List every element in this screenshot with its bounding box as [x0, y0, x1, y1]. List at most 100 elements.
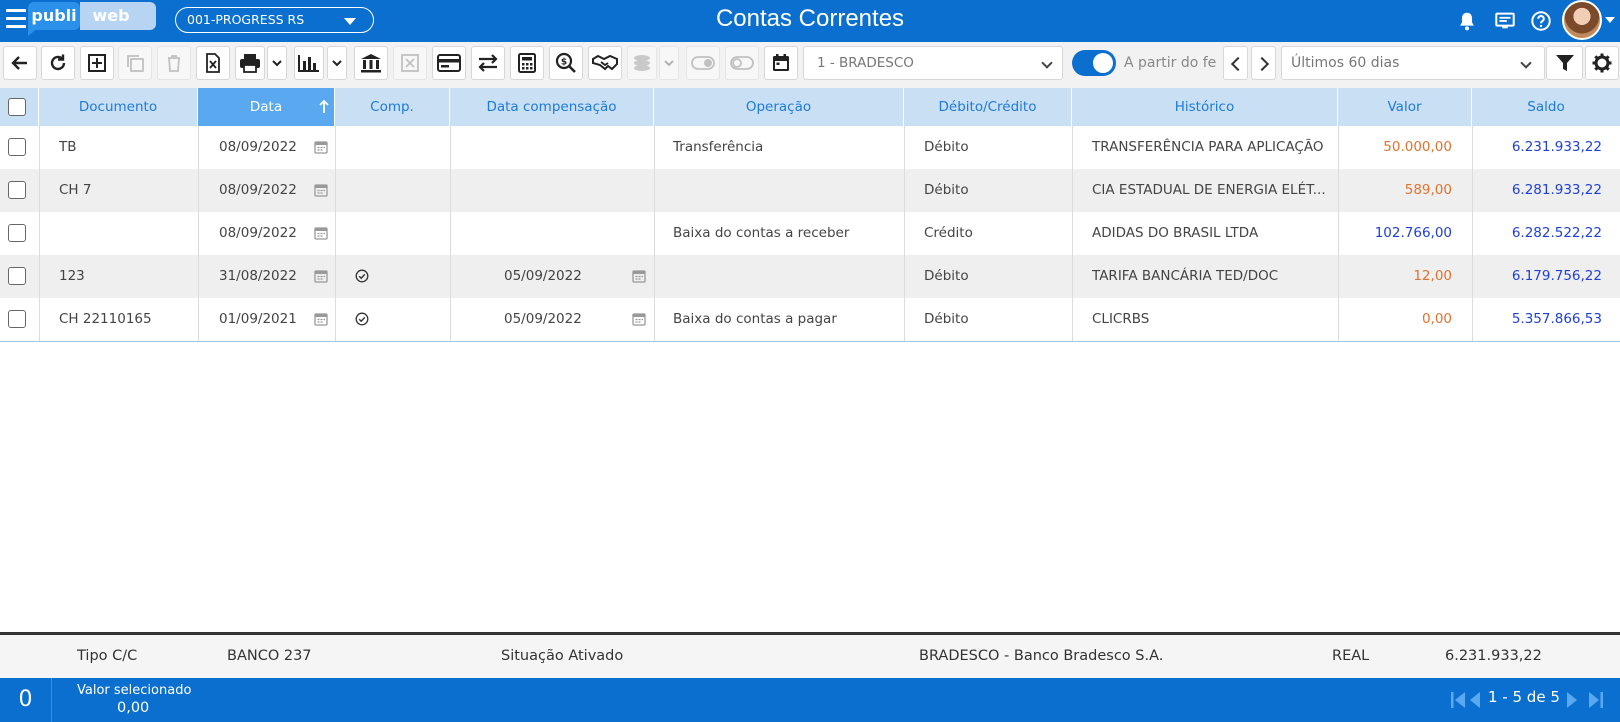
- chart-button[interactable]: [294, 46, 324, 80]
- row-checkbox[interactable]: [8, 224, 26, 242]
- column-saldo[interactable]: Saldo: [1472, 88, 1620, 126]
- cell-data: 01/09/2021: [219, 311, 297, 327]
- close-square-icon: [401, 54, 419, 72]
- filter-button[interactable]: [1546, 46, 1583, 80]
- cancel-button[interactable]: [393, 46, 427, 80]
- print-dropdown[interactable]: [267, 46, 287, 80]
- monitor-icon[interactable]: [1494, 10, 1516, 32]
- period-select[interactable]: Últimos 60 dias: [1281, 46, 1545, 80]
- select-all-checkbox[interactable]: [8, 98, 26, 116]
- bank-button[interactable]: [354, 46, 388, 80]
- first-page-icon[interactable]: [1450, 689, 1466, 711]
- select-all-cell: [0, 88, 39, 126]
- chart-dropdown[interactable]: [327, 46, 347, 80]
- calendar-icon[interactable]: [314, 269, 328, 283]
- gear-icon: [1592, 53, 1612, 73]
- column-comp[interactable]: Comp.: [335, 88, 450, 126]
- table-row[interactable]: 08/09/2022 Baixa do contas a receber Crédi…: [0, 212, 1620, 255]
- column-documento[interactable]: Documento: [39, 88, 198, 126]
- calendar-icon[interactable]: [314, 140, 328, 154]
- print-button[interactable]: [235, 46, 265, 80]
- swap-icon: [478, 54, 498, 72]
- calculator-button[interactable]: [510, 46, 544, 80]
- summary-banco: BANCO 237: [227, 648, 312, 664]
- last-page-icon[interactable]: [1588, 689, 1604, 711]
- cell-valor: 102.766,00: [1374, 225, 1452, 241]
- copy-button[interactable]: [118, 46, 152, 80]
- column-operacao[interactable]: Operação: [654, 88, 904, 126]
- column-data-compensacao[interactable]: Data compensação: [450, 88, 654, 126]
- prev-period-button[interactable]: [1223, 46, 1248, 80]
- cell-saldo: 6.281.933,22: [1511, 182, 1602, 198]
- transfer-button[interactable]: [471, 46, 505, 80]
- search-money-button[interactable]: $: [549, 46, 583, 80]
- coins-dropdown[interactable]: [659, 46, 679, 80]
- agreement-button[interactable]: [588, 46, 622, 80]
- from-date-toggle[interactable]: [1072, 50, 1116, 76]
- selected-value: 0,00: [117, 700, 150, 716]
- row-checkbox[interactable]: [8, 138, 26, 156]
- column-valor[interactable]: Valor: [1338, 88, 1472, 126]
- table-row[interactable]: TB 08/09/2022 Transferência Débito TRANSFERÊ…: [0, 126, 1620, 169]
- table-row[interactable]: 123 31/08/2022 05/09/2022 Débito TARIFA BANC…: [0, 255, 1620, 298]
- avatar[interactable]: [1562, 0, 1602, 40]
- caret-down-icon[interactable]: [1605, 17, 1615, 23]
- coins-button[interactable]: [627, 46, 657, 80]
- prev-page-icon[interactable]: [1468, 689, 1482, 711]
- column-divider: [654, 126, 655, 341]
- search-dollar-icon: $: [555, 52, 576, 73]
- next-page-icon[interactable]: [1565, 689, 1579, 711]
- coins-icon: [634, 55, 650, 71]
- bar-chart-icon: [298, 55, 319, 72]
- cell-debito-credito: Débito: [924, 268, 969, 284]
- row-checkbox[interactable]: [8, 267, 26, 285]
- cell-saldo: 5.357.866,53: [1511, 311, 1602, 327]
- column-historico[interactable]: Histórico: [1072, 88, 1338, 126]
- delete-button[interactable]: [157, 46, 191, 80]
- cell-operacao: [673, 169, 901, 212]
- trash-icon: [168, 55, 180, 72]
- cell-debito-credito: Crédito: [924, 225, 973, 241]
- plus-square-icon: [88, 54, 106, 72]
- column-debito-credito[interactable]: Débito/Crédito: [904, 88, 1072, 126]
- from-date-label: A partir do fe: [1124, 55, 1217, 71]
- table-row[interactable]: CH 22110165 01/09/2021 05/09/2022 Baixa do …: [0, 298, 1620, 341]
- cell-historico: CLICRBS: [1092, 311, 1150, 327]
- app-header: publi web 001-PROGRESS RS Contas Corrent…: [0, 0, 1620, 42]
- calendar-icon[interactable]: [632, 312, 646, 326]
- cell-documento: TB: [59, 139, 77, 155]
- toggle-off-button[interactable]: [725, 46, 759, 80]
- table-row[interactable]: CH 7 08/09/2022 Débito CIA ESTADUAL DE ENER…: [0, 169, 1620, 212]
- column-divider: [1072, 126, 1073, 341]
- toggle-on-button[interactable]: [686, 46, 720, 80]
- calendar-icon[interactable]: [314, 183, 328, 197]
- cell-operacao: Baixa do contas a receber: [673, 225, 850, 241]
- chevron-right-icon: [1254, 56, 1270, 72]
- calendar-icon[interactable]: [314, 226, 328, 240]
- row-checkbox[interactable]: [8, 181, 26, 199]
- export-excel-button[interactable]: [196, 46, 230, 80]
- back-button[interactable]: [3, 46, 37, 80]
- cell-valor: 0,00: [1421, 311, 1452, 327]
- column-divider: [335, 126, 336, 341]
- help-icon[interactable]: [1530, 10, 1552, 32]
- add-button[interactable]: [80, 46, 114, 80]
- cell-historico: ADIDAS DO BRASIL LTDA: [1092, 225, 1259, 241]
- next-period-button[interactable]: [1251, 46, 1276, 80]
- filter-icon: [1555, 55, 1574, 71]
- calendar-icon[interactable]: [314, 312, 328, 326]
- calendar-icon[interactable]: [632, 269, 646, 283]
- column-divider: [450, 126, 451, 341]
- row-checkbox[interactable]: [8, 310, 26, 328]
- column-data[interactable]: Data: [198, 88, 335, 126]
- calendar-button[interactable]: [764, 46, 798, 80]
- bell-icon[interactable]: [1456, 10, 1478, 32]
- card-button[interactable]: [432, 46, 466, 80]
- table-bottom-border: [0, 341, 1620, 342]
- refresh-button[interactable]: [41, 46, 75, 80]
- settings-button[interactable]: [1585, 46, 1619, 80]
- bank-account-select[interactable]: 1 - BRADESCO: [803, 46, 1063, 80]
- summary-saldo: 6.231.933,22: [1445, 648, 1542, 664]
- cell-documento: [59, 212, 194, 255]
- cell-data-compensacao: 05/09/2022: [504, 311, 582, 327]
